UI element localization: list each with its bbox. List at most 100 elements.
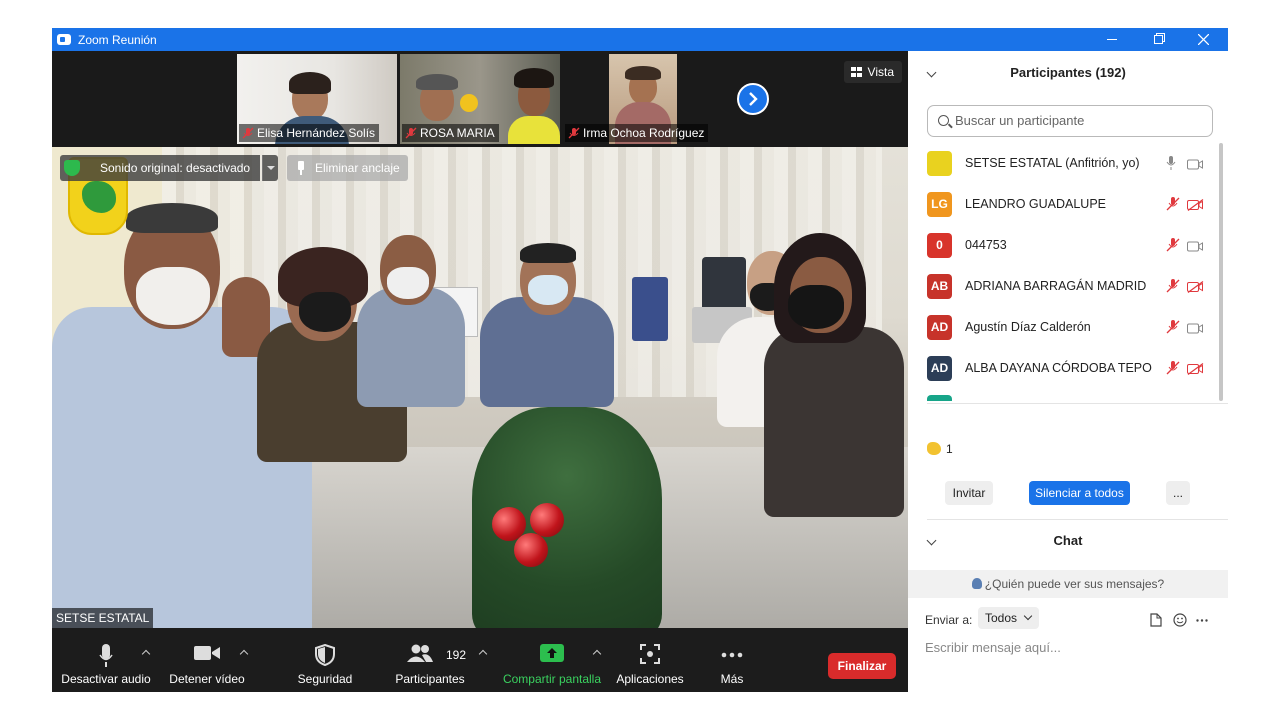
camera-icon <box>1187 321 1203 339</box>
participants-more-button[interactable]: ... <box>1166 481 1190 505</box>
participant-name: Agustín Díaz Calderón <box>965 320 1091 334</box>
close-icon <box>1197 34 1209 45</box>
file-icon[interactable] <box>1150 613 1162 627</box>
camera-off-icon <box>1187 280 1204 298</box>
chevron-down-icon[interactable] <box>926 67 937 78</box>
reaction-counter: 1 <box>927 442 953 456</box>
mute-all-button[interactable]: Silenciar a todos <box>1029 481 1130 505</box>
shield-icon <box>315 644 335 666</box>
share-screen-button[interactable]: Compartir pantalla <box>500 628 604 692</box>
video-area: Elisa Hernández Solís ROSA MARIA Irma Oc… <box>52 51 908 628</box>
chat-message-input[interactable]: Escribir mensaje aquí... <box>925 639 1061 657</box>
mute-audio-button[interactable]: Desactivar audio <box>58 628 154 692</box>
mic-muted-icon <box>568 127 580 139</box>
user-info-icon <box>971 578 982 589</box>
who-can-see-messages-link[interactable]: ¿Quién puede ver sus mensajes? <box>908 570 1228 598</box>
ornament <box>530 503 564 537</box>
participant-list: SETSE ESTATAL (Anfitrión, yo) LG LEANDRO … <box>908 143 1214 401</box>
participant-list-scrollbar[interactable] <box>1218 143 1224 401</box>
avatar: AB <box>927 274 952 299</box>
camera-off-icon <box>1187 362 1204 380</box>
avatar <box>927 151 952 176</box>
participant-name: 044753 <box>965 238 1007 252</box>
camera-icon <box>1187 157 1203 175</box>
more-dots-icon <box>721 652 743 658</box>
video-thumbnail[interactable]: Elisa Hernández Solís <box>237 54 397 144</box>
participant-name: ALBA DAYANA CÓRDOBA TEPO <box>965 361 1152 375</box>
microphone-icon <box>99 644 113 667</box>
send-to-dropdown[interactable]: Todos <box>978 607 1040 629</box>
more-button[interactable]: Más <box>708 628 756 692</box>
mic-muted-icon <box>405 127 417 139</box>
send-to-label: Enviar a: <box>925 613 973 627</box>
ornament <box>514 533 548 567</box>
mic-muted-icon <box>1166 320 1180 339</box>
close-button[interactable] <box>1180 28 1226 51</box>
window-title: Zoom Reunión <box>78 32 157 47</box>
participant-row[interactable]: 0 044753 <box>908 225 1214 266</box>
avatar: LG <box>927 192 952 217</box>
video-thumbnail[interactable]: ROSA MARIA <box>400 54 560 144</box>
search-icon <box>938 115 949 126</box>
participant-row[interactable]: AB ADRIANA BARRAGÁN MADRID <box>908 266 1214 307</box>
participant-name: SETSE ESTATAL (Anfitrión, yo) <box>965 156 1140 170</box>
thumbnail-strip: Elisa Hernández Solís ROSA MARIA Irma Oc… <box>52 51 908 147</box>
speaker-name-label: SETSE ESTATAL <box>52 608 154 628</box>
avatar <box>927 395 952 401</box>
main-speaker-video: Sonido original: desactivado Eliminar an… <box>52 147 908 628</box>
participant-row[interactable]: SETSE ESTATAL (Anfitrión, yo) <box>908 143 1214 184</box>
chat-more-icon[interactable] <box>1196 619 1208 622</box>
participants-count: 192 <box>446 648 467 662</box>
security-button[interactable]: Seguridad <box>286 628 364 692</box>
side-panel: Participantes (192) Buscar un participan… <box>908 51 1228 692</box>
thumbnail-name: ROSA MARIA <box>402 124 499 142</box>
video-thumbnail[interactable]: Irma Ochoa Rodríguez <box>563 54 723 144</box>
participants-options-caret[interactable] <box>478 648 488 658</box>
mic-muted-icon <box>1166 238 1180 257</box>
mic-icon <box>1166 156 1176 175</box>
participant-name: ADRIANA BARRAGÁN MADRID <box>965 279 1147 293</box>
meeting-toolbar: Desactivar audio Detener vídeo Seguridad… <box>52 628 908 692</box>
participant-row[interactable]: AD Agustín Díaz Calderón <box>908 307 1214 348</box>
apps-icon <box>640 644 660 664</box>
avatar: AD <box>927 356 952 381</box>
pin-icon <box>298 161 304 175</box>
participant-name: LEANDRO GUADALUPE <box>965 197 1107 211</box>
participants-button[interactable]: 192 Participantes <box>388 628 472 692</box>
zoom-app-icon <box>57 34 71 45</box>
participant-row[interactable]: AD ALBA DAYANA CÓRDOBA TEPO <box>908 348 1214 389</box>
share-options-caret[interactable] <box>592 648 602 658</box>
avatar: AD <box>927 315 952 340</box>
video-options-caret[interactable] <box>239 648 249 658</box>
thumbnail-name: Elisa Hernández Solís <box>239 124 380 142</box>
apps-button[interactable]: Aplicaciones <box>614 628 686 692</box>
clap-icon <box>927 442 941 455</box>
unpin-button[interactable]: Eliminar anclaje <box>287 155 408 181</box>
original-sound-button[interactable]: Sonido original: desactivado <box>60 155 261 181</box>
mic-muted-icon <box>242 127 254 139</box>
chat-header: Chat <box>908 519 1228 563</box>
participant-row[interactable]: LG LEANDRO GUADALUPE <box>908 184 1214 225</box>
stop-video-button[interactable]: Detener vídeo <box>162 628 252 692</box>
mic-muted-icon <box>1166 197 1180 216</box>
emoji-icon[interactable] <box>1173 613 1187 627</box>
camera-icon <box>1187 239 1203 257</box>
share-screen-icon <box>540 644 564 662</box>
next-page-button[interactable] <box>737 83 769 115</box>
chevron-down-icon[interactable] <box>926 535 937 546</box>
avatar: 0 <box>927 233 952 258</box>
participants-header: Participantes (192) <box>908 51 1228 95</box>
chevron-right-icon <box>749 92 758 106</box>
participant-search-input[interactable]: Buscar un participante <box>927 105 1213 137</box>
view-button[interactable]: Vista <box>843 61 902 83</box>
participants-icon <box>407 644 433 662</box>
maximize-button[interactable] <box>1135 28 1181 51</box>
original-sound-dropdown[interactable] <box>262 155 278 181</box>
end-meeting-button[interactable]: Finalizar <box>828 653 896 679</box>
grid-icon <box>850 67 862 77</box>
invite-button[interactable]: Invitar <box>945 481 993 505</box>
audio-options-caret[interactable] <box>141 648 151 658</box>
minimize-button[interactable] <box>1089 28 1135 51</box>
mic-muted-icon <box>1166 361 1180 380</box>
video-camera-icon <box>194 646 220 660</box>
